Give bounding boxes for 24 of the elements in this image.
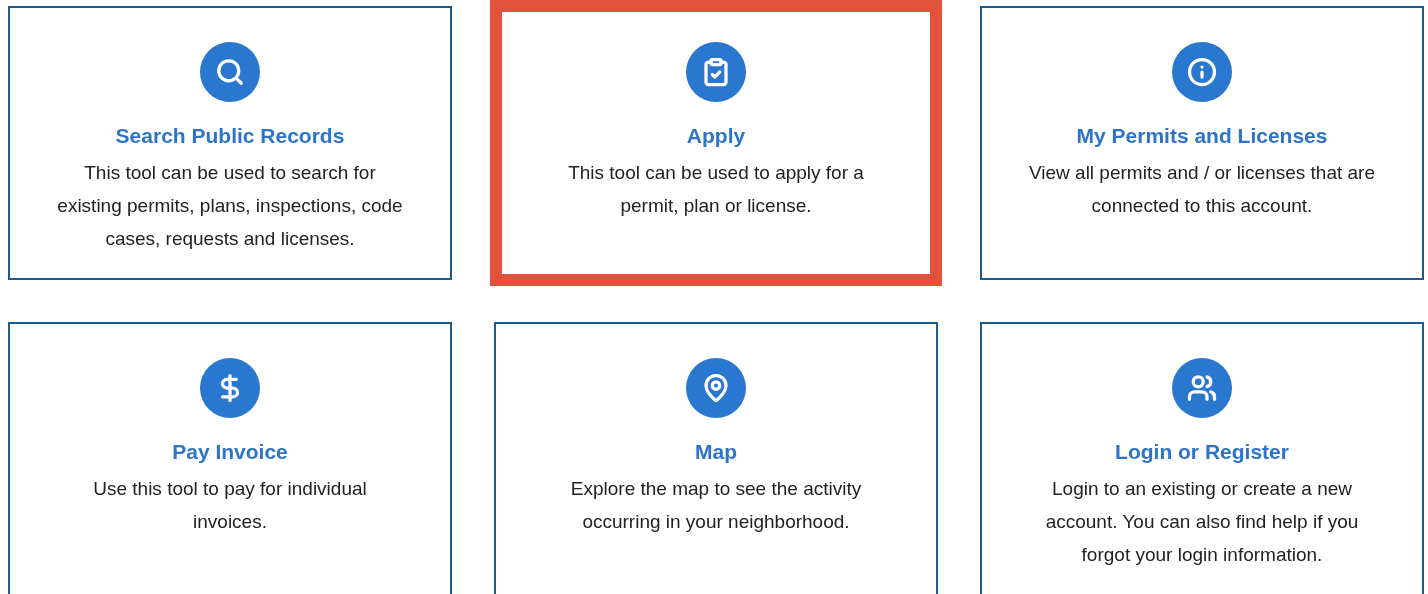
card-title: My Permits and Licenses — [1076, 123, 1328, 149]
search-icon — [200, 42, 260, 102]
card-title: Login or Register — [1115, 439, 1289, 465]
dollar-icon — [200, 358, 260, 418]
card-title: Search Public Records — [115, 123, 345, 149]
tool-card[interactable]: My Permits and Licenses View all permits and / or licenses that are connected to this account. — [980, 6, 1424, 280]
card-description: Explore the map to see the activity occurring in your neighborhood. — [569, 477, 863, 534]
card-description: This tool can be used to apply for a permit, plan or license. — [567, 161, 865, 218]
card-title: Apply — [686, 123, 746, 149]
users-icon — [1172, 358, 1232, 418]
tool-card[interactable]: Pay Invoice Use this tool to pay for individual invoices. — [8, 322, 452, 594]
clipboard-check-icon — [686, 42, 746, 102]
card-description: This tool can be used to search for existing permits, plans, inspections, code cases, requests and licenses. — [56, 161, 404, 251]
card-description: Login to an existing or create a new account. You can also find help if you forgot your login information. — [1044, 477, 1360, 567]
info-icon — [1172, 42, 1232, 102]
card-description: View all permits and / or licenses that are connected to this account. — [1027, 161, 1376, 218]
card-title: Pay Invoice — [172, 439, 288, 465]
tool-card[interactable]: Map Explore the map to see the activity occurring in your neighborhood. — [494, 322, 938, 594]
map-pin-icon — [686, 358, 746, 418]
card-description: Use this tool to pay for individual invoices. — [92, 477, 368, 534]
card-title: Map — [695, 439, 737, 465]
tool-card[interactable]: Apply This tool can be used to apply for a permit, plan or license. — [490, 0, 942, 286]
tool-card[interactable]: Search Public Records This tool can be used to search for existing permits, plans, inspections, code cases, requests and licenses. — [8, 6, 452, 280]
tool-card[interactable]: Login or Register Login to an existing or create a new account. You can also find help if you forgot your login information. — [980, 322, 1424, 594]
